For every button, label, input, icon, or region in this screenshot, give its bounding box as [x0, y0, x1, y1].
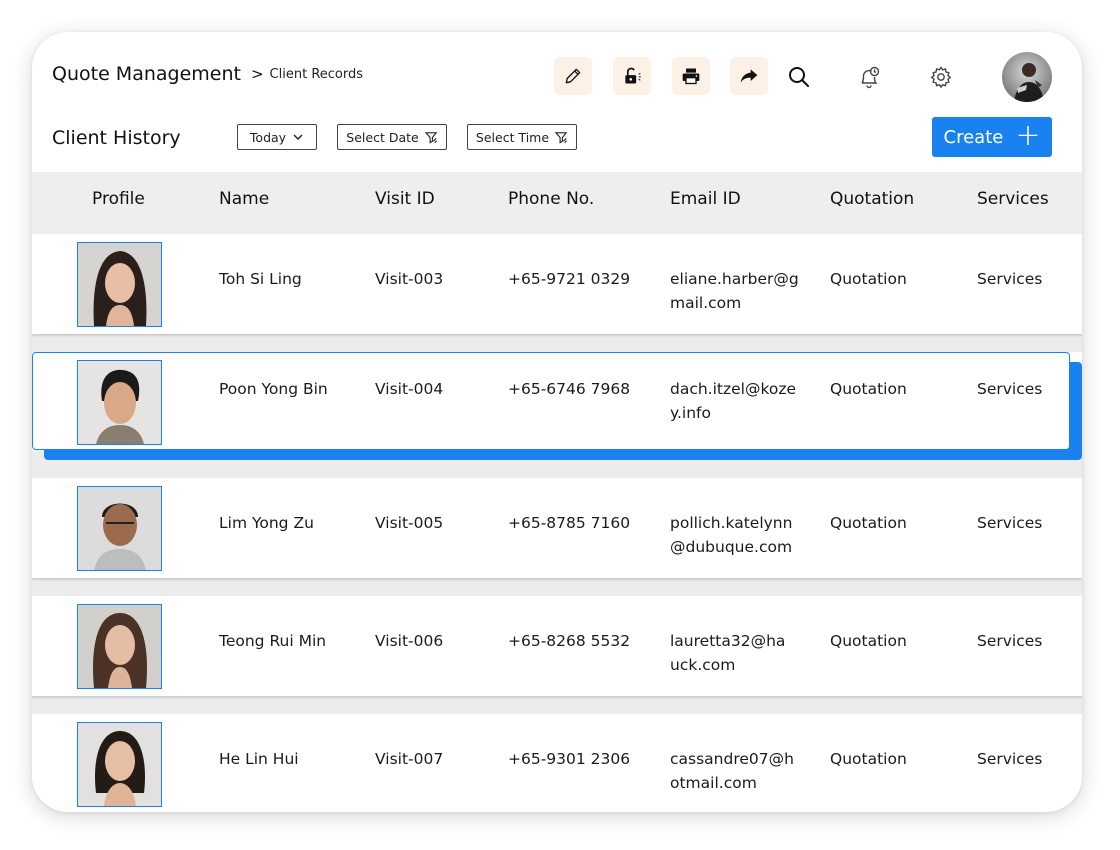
email-address: cassandre07@hotmail.com [670, 750, 794, 792]
table-row[interactable]: Lim Yong Zu Visit-005 +65-8785 7160 poll… [32, 478, 1082, 578]
create-button[interactable]: Create + [932, 117, 1052, 157]
page-title: Quote Management [52, 63, 241, 85]
settings-button[interactable] [926, 62, 956, 92]
column-header-services: Services [977, 189, 1049, 209]
unlock-button[interactable] [613, 57, 651, 95]
email-address: pollich.katelynn@dubuque.com [670, 514, 793, 556]
column-header-visit-id: Visit ID [375, 189, 435, 209]
table-row[interactable]: Toh Si Ling Visit-003 +65-9721 0329 elia… [32, 234, 1082, 334]
quotation-link[interactable]: Quotation [830, 747, 907, 771]
section-title: Client History [52, 127, 181, 149]
unlock-icon [625, 67, 641, 84]
breadcrumb-client-records[interactable]: Client Records [270, 67, 363, 82]
phone-number: +65-9301 2306 [508, 750, 631, 768]
user-avatar[interactable] [1002, 52, 1052, 102]
row-divider [32, 450, 1082, 478]
search-icon [789, 67, 809, 87]
print-icon [682, 68, 700, 85]
today-dropdown[interactable]: Today [237, 124, 317, 150]
select-date-label: Select Date [346, 129, 419, 145]
phone-number: +65-8785 7160 [508, 514, 631, 532]
profile-photo [77, 360, 162, 445]
services-link[interactable]: Services [977, 267, 1042, 291]
share-button[interactable] [730, 57, 768, 95]
table-header: Profile Name Visit ID Phone No. Email ID… [32, 172, 1082, 234]
row-divider [32, 334, 1082, 352]
client-name: Toh Si Ling [219, 270, 302, 288]
phone-number: +65-6746 7968 [508, 380, 631, 398]
filter-icon [424, 131, 438, 144]
chevron-down-icon [293, 134, 303, 141]
phone-number: +65-8268 5532 [508, 632, 631, 650]
today-dropdown-label: Today [249, 129, 287, 145]
visit-id: Visit-006 [375, 632, 444, 650]
visit-id: Visit-005 [375, 514, 444, 532]
client-name: He Lin Hui [219, 750, 299, 768]
breadcrumb: Quote Management > Client Records [52, 63, 363, 85]
filter-icon [555, 131, 568, 144]
user-avatar-photo [1014, 63, 1044, 102]
profile-photo [77, 486, 162, 571]
client-name: Lim Yong Zu [219, 514, 314, 532]
quotation-link[interactable]: Quotation [830, 377, 907, 401]
services-link[interactable]: Services [977, 747, 1042, 771]
visit-id: Visit-007 [375, 750, 444, 768]
print-button[interactable] [672, 57, 710, 95]
profile-photo [77, 722, 162, 807]
column-header-phone: Phone No. [508, 189, 595, 209]
visit-id: Visit-003 [375, 270, 444, 288]
client-name: Poon Yong Bin [219, 380, 328, 398]
breadcrumb-separator: > [250, 65, 264, 83]
notifications-button[interactable] [854, 62, 884, 92]
services-link[interactable]: Services [977, 511, 1042, 535]
table-row-selected[interactable]: Poon Yong Bin Visit-004 +65-6746 7968 da… [32, 352, 1070, 450]
email-address: eliane.harber@gmail.com [670, 270, 799, 312]
edit-icon [565, 68, 581, 84]
search-button[interactable] [784, 62, 814, 92]
row-divider [32, 696, 1082, 714]
column-header-name: Name [219, 189, 270, 209]
quotation-link[interactable]: Quotation [830, 629, 907, 653]
edit-button[interactable] [554, 57, 592, 95]
phone-number: +65-9721 0329 [508, 270, 631, 288]
column-header-email: Email ID [670, 189, 741, 209]
share-icon [740, 69, 758, 83]
select-date-filter[interactable]: Select Date [337, 124, 447, 150]
profile-photo [77, 242, 162, 327]
select-time-label: Select Time [475, 129, 550, 145]
bell-icon [861, 66, 880, 89]
column-header-profile: Profile [92, 189, 145, 209]
quotation-link[interactable]: Quotation [830, 511, 907, 535]
column-header-quotation: Quotation [830, 189, 915, 209]
table-row[interactable]: Teong Rui Min Visit-006 +65-8268 5532 la… [32, 596, 1082, 696]
email-address: lauretta32@hauck.com [670, 632, 786, 674]
create-button-label: Create [943, 126, 1004, 148]
table-row[interactable]: He Lin Hui Visit-007 +65-9301 2306 cassa… [32, 714, 1082, 812]
plus-icon: + [1015, 117, 1041, 153]
quotation-link[interactable]: Quotation [830, 267, 907, 291]
services-link[interactable]: Services [977, 377, 1042, 401]
services-link[interactable]: Services [977, 629, 1042, 653]
visit-id: Visit-004 [375, 380, 444, 398]
client-name: Teong Rui Min [219, 632, 327, 650]
email-address: dach.itzel@kozey.info [670, 380, 797, 422]
select-time-filter[interactable]: Select Time [467, 124, 577, 150]
row-divider [32, 578, 1082, 596]
client-records-card: Quote Management > Client Records Client… [32, 32, 1082, 812]
profile-photo [77, 604, 162, 689]
gear-icon [930, 66, 952, 89]
